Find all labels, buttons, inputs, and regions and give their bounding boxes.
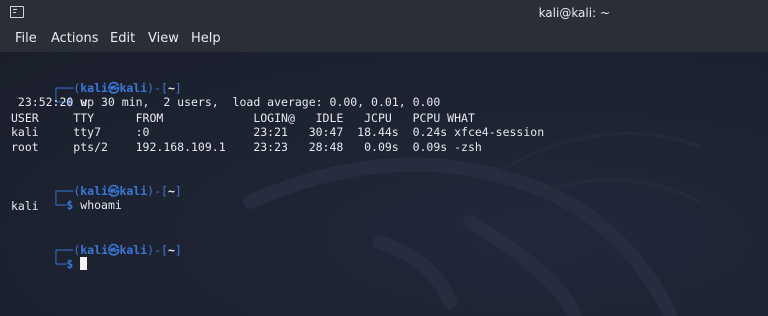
prompt-dollar: $ bbox=[66, 257, 74, 271]
output-line: root pts/2 192.168.109.1 23:23 28:48 0.0… bbox=[11, 140, 482, 154]
output-line: 23:52:20 up 30 min, 2 users, load averag… bbox=[11, 95, 441, 109]
menu-actions[interactable]: Actions bbox=[51, 31, 99, 46]
command-text: whoami bbox=[80, 198, 122, 212]
terminal-cursor bbox=[80, 257, 88, 270]
output-line: kali bbox=[11, 199, 39, 213]
window-title: kali@kali: ~ bbox=[538, 6, 610, 20]
prompt-cwd: ~ bbox=[167, 81, 175, 95]
prompt-at-symbol: ㉿ bbox=[107, 243, 120, 257]
prompt-at-symbol: ㉿ bbox=[107, 81, 120, 95]
output-line: kali tty7 :0 23:21 30:47 18.44s 0.24s xf… bbox=[11, 125, 545, 139]
menu-view[interactable]: View bbox=[148, 31, 179, 46]
prompt-dollar: $ bbox=[66, 198, 74, 212]
title-bar: kali@kali: ~ bbox=[0, 0, 768, 27]
prompt-box-right: ] bbox=[174, 184, 182, 198]
menu-bar: File Actions Edit View Help bbox=[0, 26, 768, 52]
output-line: USER TTY FROM LOGIN@ IDLE JCPU PCPU WHAT bbox=[11, 111, 475, 125]
prompt-box-mid: )-[ bbox=[147, 81, 168, 95]
prompt-host: kali bbox=[119, 184, 148, 198]
prompt-box-mid: )-[ bbox=[147, 184, 168, 198]
menu-help[interactable]: Help bbox=[191, 31, 221, 46]
prompt-cwd: ~ bbox=[167, 184, 175, 198]
prompt-corner: └─ bbox=[52, 257, 67, 271]
menu-edit[interactable]: Edit bbox=[110, 31, 135, 46]
prompt-box-right: ] bbox=[174, 243, 182, 257]
menu-file[interactable]: File bbox=[15, 31, 37, 46]
terminal-area[interactable]: ┌──(kali㉿kali)-[~] └─$ w 23:52:20 up 30 … bbox=[0, 52, 768, 316]
prompt-corner: └─ bbox=[52, 198, 67, 212]
terminal-window: kali@kali: ~ File Actions Edit View Help… bbox=[0, 0, 768, 316]
prompt-cwd: ~ bbox=[167, 243, 175, 257]
command-line-3[interactable]: └─$ bbox=[11, 243, 88, 285]
prompt-box-mid: )-[ bbox=[147, 243, 168, 257]
prompt-box-right: ] bbox=[174, 81, 182, 95]
prompt-host: kali bbox=[119, 81, 148, 95]
prompt-host: kali bbox=[119, 243, 148, 257]
